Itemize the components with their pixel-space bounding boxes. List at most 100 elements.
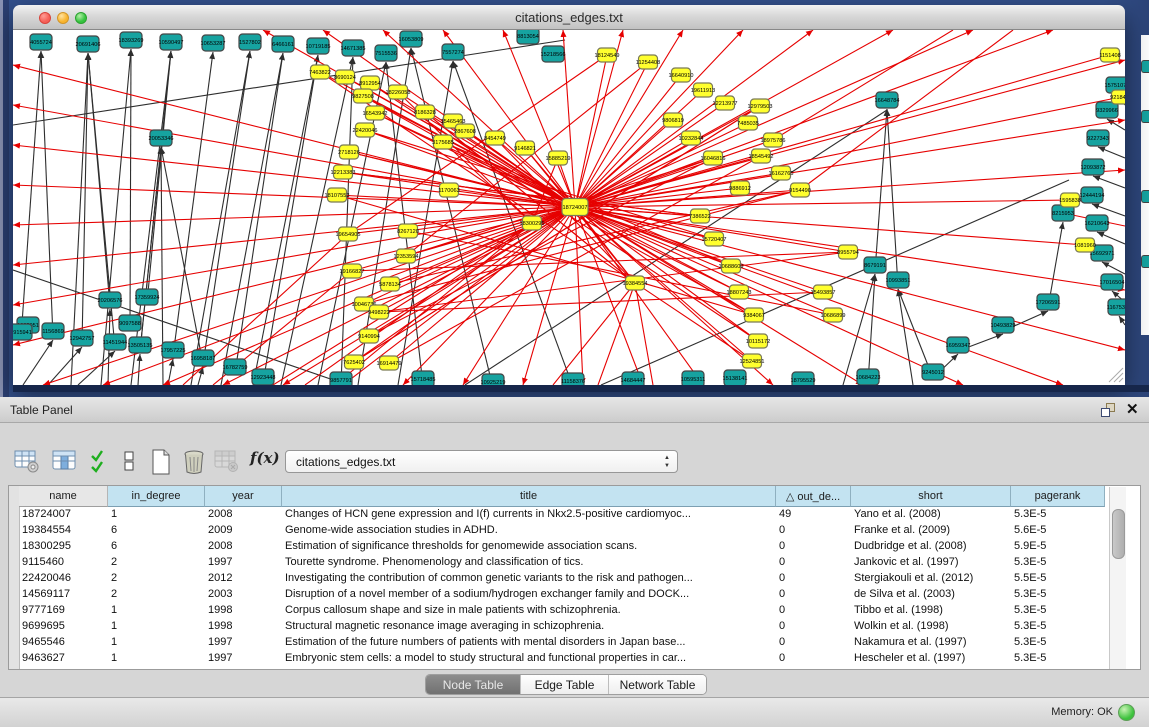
scrollbar-thumb[interactable] bbox=[1112, 509, 1125, 559]
yellow-node[interactable]: 9384067 bbox=[743, 308, 765, 322]
table-cell[interactable]: 5.3E-5 bbox=[1011, 603, 1105, 619]
teal-node[interactable]: 7515536 bbox=[375, 45, 397, 61]
table-cell[interactable]: 9463627 bbox=[19, 651, 108, 667]
table-cell[interactable]: 18724007 bbox=[19, 507, 108, 523]
table-cell[interactable]: Franke et al. (2009) bbox=[851, 523, 1011, 539]
table-cell[interactable]: 1 bbox=[108, 507, 205, 523]
teal-node[interactable]: 9857791 bbox=[330, 372, 352, 385]
edge[interactable] bbox=[875, 109, 887, 271]
edge[interactable] bbox=[140, 147, 161, 351]
table-selector-dropdown[interactable]: citations_edges.txt ▲▼ bbox=[285, 450, 678, 473]
table-cell[interactable]: 22420046 bbox=[19, 571, 108, 587]
teal-node[interactable]: 16648784 bbox=[875, 92, 900, 108]
table-cell[interactable]: 0 bbox=[776, 635, 851, 651]
close-panel-icon[interactable]: ✕ bbox=[1126, 400, 1139, 418]
edge[interactable] bbox=[130, 49, 131, 329]
edge[interactable] bbox=[21, 51, 41, 338]
yellow-node[interactable]: 3175685 bbox=[432, 135, 454, 149]
yellow-node[interactable]: 11254408 bbox=[636, 55, 660, 69]
yellow-node[interactable]: 19384554 bbox=[623, 276, 648, 290]
yellow-node[interactable]: 18724007 bbox=[562, 199, 588, 216]
citation-edge[interactable] bbox=[345, 77, 575, 207]
tab-node-table[interactable]: Node Table bbox=[426, 675, 521, 695]
table-cell[interactable]: 2 bbox=[108, 555, 205, 571]
yellow-node[interactable]: 10115172 bbox=[746, 334, 770, 348]
table-cell[interactable]: 2008 bbox=[205, 507, 282, 523]
yellow-node[interactable]: 19611913 bbox=[691, 83, 715, 97]
yellow-node[interactable]: 16640910 bbox=[669, 68, 694, 82]
table-cell[interactable]: 5.3E-5 bbox=[1011, 587, 1105, 603]
table-cell[interactable]: Embryonic stem cells: a model to study s… bbox=[282, 651, 776, 667]
citation-edge[interactable] bbox=[163, 207, 575, 385]
table-cell[interactable]: 5.3E-5 bbox=[1011, 555, 1105, 571]
table-cell[interactable]: Jankovic et al. (1997) bbox=[851, 555, 1011, 571]
table-cell[interactable]: Genome-wide association studies in ADHD. bbox=[282, 523, 776, 539]
edge[interactable] bbox=[1092, 204, 1125, 216]
yellow-node[interactable]: 10686899 bbox=[821, 308, 846, 322]
yellow-node[interactable]: 9146821 bbox=[514, 141, 536, 155]
table-cell[interactable]: 1 bbox=[108, 603, 205, 619]
yellow-node[interactable]: 9886912 bbox=[729, 181, 751, 195]
teal-node[interactable]: 14684447 bbox=[621, 372, 646, 385]
row-height-icon[interactable] bbox=[122, 449, 136, 478]
yellow-node[interactable]: 12979503 bbox=[748, 99, 773, 113]
table-cell[interactable]: 1998 bbox=[205, 603, 282, 619]
teal-node[interactable]: 18795529 bbox=[791, 372, 816, 385]
edge[interactable] bbox=[41, 51, 53, 337]
vertical-scrollbar[interactable] bbox=[1109, 487, 1126, 669]
yellow-node[interactable]: 12353594 bbox=[394, 249, 419, 263]
table-cell[interactable]: 5.3E-5 bbox=[1011, 651, 1105, 667]
table-cell[interactable]: 9777169 bbox=[19, 603, 108, 619]
teal-node[interactable]: 15718485 bbox=[411, 371, 436, 385]
yellow-node[interactable]: 8690124 bbox=[334, 70, 356, 84]
teal-node[interactable]: 14671385 bbox=[341, 40, 366, 56]
yellow-node[interactable]: 9498222 bbox=[368, 305, 390, 319]
teal-node[interactable]: 17016504 bbox=[1100, 274, 1125, 290]
yellow-node[interactable]: 1081960 bbox=[1074, 238, 1096, 252]
column-header-year[interactable]: year bbox=[205, 486, 282, 507]
citation-edge[interactable] bbox=[352, 207, 575, 271]
yellow-node[interactable]: 18807243 bbox=[727, 285, 752, 299]
yellow-node[interactable]: 15885219 bbox=[546, 151, 571, 165]
yellow-node[interactable]: 8267120 bbox=[397, 224, 419, 238]
yellow-node[interactable]: 9140994 bbox=[358, 329, 380, 343]
yellow-node[interactable]: 8912954 bbox=[359, 76, 381, 90]
column-header-short[interactable]: short bbox=[851, 486, 1011, 507]
citation-edge[interactable] bbox=[553, 283, 635, 385]
table-row[interactable]: 1938455462009Genome-wide association stu… bbox=[19, 523, 1105, 539]
table-cell[interactable]: 2012 bbox=[205, 571, 282, 587]
float-panel-icon[interactable] bbox=[1100, 402, 1117, 418]
resize-grip-icon[interactable] bbox=[1109, 368, 1123, 382]
yellow-node[interactable]: 7386522 bbox=[689, 209, 711, 223]
yellow-node[interactable]: 12213977 bbox=[713, 96, 738, 110]
teal-node[interactable]: 3915941 bbox=[13, 324, 32, 340]
yellow-node[interactable]: 5878134 bbox=[379, 277, 401, 291]
yellow-node[interactable]: 18226058 bbox=[386, 85, 411, 99]
table-cell[interactable]: 5.5E-5 bbox=[1011, 571, 1105, 587]
yellow-node[interactable]: 9154490 bbox=[789, 183, 811, 197]
teal-node[interactable]: 9227343 bbox=[1087, 130, 1109, 146]
teal-node[interactable]: 20206576 bbox=[98, 292, 123, 308]
table-cell[interactable]: de Silva et al. (2003) bbox=[851, 587, 1011, 603]
edge[interactable] bbox=[263, 55, 318, 383]
table-cell[interactable]: 0 bbox=[776, 555, 851, 571]
edge[interactable] bbox=[281, 57, 353, 385]
table-cell[interactable]: 0 bbox=[776, 587, 851, 603]
yellow-node[interactable]: 1170063 bbox=[438, 183, 459, 197]
teal-node[interactable]: 10595311 bbox=[681, 371, 705, 385]
function-builder-icon[interactable]: f(x) bbox=[250, 449, 280, 468]
edge[interactable] bbox=[78, 351, 115, 385]
table-cell[interactable]: 1 bbox=[108, 619, 205, 635]
teal-node[interactable]: 10925219 bbox=[481, 374, 506, 385]
table-cell[interactable]: 1997 bbox=[205, 635, 282, 651]
yellow-node[interactable]: 9827508 bbox=[352, 89, 374, 103]
table-row[interactable]: 969969511998Structural magnetic resonanc… bbox=[19, 619, 1105, 635]
yellow-node[interactable]: 16162765 bbox=[769, 166, 794, 180]
table-cell[interactable]: 2 bbox=[108, 571, 205, 587]
yellow-node[interactable]: 19654905 bbox=[336, 227, 361, 241]
yellow-node[interactable]: 8454749 bbox=[484, 131, 506, 145]
teal-node[interactable]: 18393269 bbox=[119, 32, 144, 48]
yellow-node[interactable]: 7625402 bbox=[343, 355, 365, 369]
edge[interactable] bbox=[898, 289, 913, 385]
table-cell[interactable]: 2009 bbox=[205, 523, 282, 539]
